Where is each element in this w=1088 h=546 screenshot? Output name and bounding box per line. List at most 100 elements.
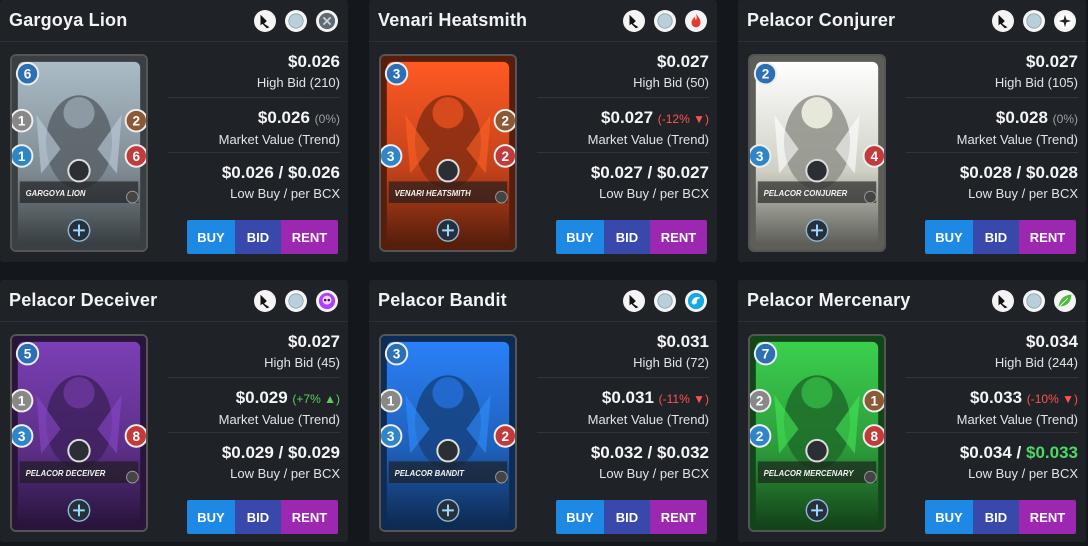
rent-button[interactable]: RENT xyxy=(650,500,707,534)
stat-armor-badge: 1 xyxy=(862,388,884,413)
per-bcx-price: $0.028 xyxy=(1026,163,1078,182)
card-header: Pelacor Mercenary xyxy=(738,280,1086,322)
death-icon xyxy=(316,289,338,312)
svg-text:8: 8 xyxy=(871,429,879,444)
svg-text:1: 1 xyxy=(18,394,26,409)
art-card-name: PELACOR DECEIVER xyxy=(26,469,106,478)
svg-text:6: 6 xyxy=(133,149,141,164)
neutral-icon xyxy=(654,289,676,312)
card-pricing: $0.026 High Bid (210) $0.026 (0%) Market… xyxy=(168,42,340,218)
stat-attack-badge: 2 xyxy=(750,388,772,413)
art-card-name: VENARI HEATSMITH xyxy=(395,189,472,198)
market-card[interactable]: Venari Heatsmith VENARI HEATSMITH 3 3 2 … xyxy=(369,0,717,262)
rent-button[interactable]: RENT xyxy=(1019,220,1076,254)
card-art[interactable]: PELACOR CONJURER 2 3 4 xyxy=(748,54,886,252)
life-icon xyxy=(1054,9,1076,32)
stat-mana-badge: 7 xyxy=(753,341,778,366)
high-bid-label: High Bid (105) xyxy=(994,75,1078,90)
svg-text:2: 2 xyxy=(756,394,764,409)
stat-mana-badge: 6 xyxy=(15,61,40,86)
stat-speed-badge: 3 xyxy=(381,424,403,448)
bid-button[interactable]: BID xyxy=(604,500,650,534)
card-art[interactable]: PELACOR BANDIT 3 1 3 2 xyxy=(379,334,517,532)
buy-button[interactable]: BUY xyxy=(187,220,235,254)
market-card[interactable]: Pelacor Bandit PELACOR BANDIT 3 1 3 2 $0… xyxy=(369,280,717,542)
market-value: $0.031 xyxy=(601,388,654,407)
market-card[interactable]: Pelacor Mercenary PELACOR MERCENARY 7 2 … xyxy=(738,280,1086,542)
card-title[interactable]: Pelacor Deceiver xyxy=(9,290,157,311)
stat-speed-badge: 3 xyxy=(381,144,403,168)
card-title[interactable]: Pelacor Bandit xyxy=(378,290,507,311)
stat-mana-badge: 2 xyxy=(753,61,778,86)
melee-icon xyxy=(254,9,276,32)
svg-text:3: 3 xyxy=(756,149,764,164)
bid-button[interactable]: BID xyxy=(235,500,281,534)
bid-button[interactable]: BID xyxy=(604,220,650,254)
low-buy-price: $0.032 xyxy=(590,443,643,462)
svg-text:2: 2 xyxy=(502,429,510,444)
market-card[interactable]: Pelacor Deceiver PELACOR DECEIVER 5 1 3 … xyxy=(0,280,348,542)
buy-button[interactable]: BUY xyxy=(925,500,973,534)
card-art[interactable]: VENARI HEATSMITH 3 3 2 2 xyxy=(379,54,517,252)
card-art[interactable]: PELACOR DECEIVER 5 1 3 8 xyxy=(10,334,148,532)
svg-text:5: 5 xyxy=(24,346,32,361)
card-pricing: $0.031 High Bid (72) $0.031 (-11% ▼) Mar… xyxy=(537,322,709,498)
stat-health-badge: 4 xyxy=(862,144,884,168)
card-pricing: $0.027 High Bid (105) $0.028 (0%) Market… xyxy=(906,42,1078,218)
action-buttons: BUY BID RENT xyxy=(556,500,707,534)
svg-text:3: 3 xyxy=(387,429,395,444)
buy-button[interactable]: BUY xyxy=(187,500,235,534)
rent-button[interactable]: RENT xyxy=(281,500,338,534)
svg-text:6: 6 xyxy=(24,66,32,81)
card-header: Venari Heatsmith xyxy=(369,0,717,42)
low-buy-price: $0.026 xyxy=(221,163,274,182)
market-value-label: Market Value (Trend) xyxy=(587,412,709,427)
rent-button[interactable]: RENT xyxy=(650,220,707,254)
market-value: $0.028 xyxy=(995,108,1048,127)
card-title[interactable]: Gargoya Lion xyxy=(9,10,127,31)
card-title[interactable]: Pelacor Mercenary xyxy=(747,290,911,311)
market-value-label: Market Value (Trend) xyxy=(218,132,340,147)
per-bcx-price: $0.026 xyxy=(288,163,340,182)
low-buy-price: $0.034 xyxy=(959,443,1012,462)
card-title[interactable]: Venari Heatsmith xyxy=(378,10,527,31)
bid-button[interactable]: BID xyxy=(235,220,281,254)
rent-button[interactable]: RENT xyxy=(281,220,338,254)
low-buy-label: Low Buy / per BCX xyxy=(599,466,709,481)
melee-icon xyxy=(992,289,1014,312)
stat-health-badge: 8 xyxy=(124,424,146,448)
buy-button[interactable]: BUY xyxy=(556,500,604,534)
svg-text:7: 7 xyxy=(762,346,770,361)
buy-button[interactable]: BUY xyxy=(556,220,604,254)
svg-text:2: 2 xyxy=(502,149,510,164)
svg-text:3: 3 xyxy=(393,346,401,361)
bid-button[interactable]: BID xyxy=(973,500,1019,534)
bid-button[interactable]: BID xyxy=(973,220,1019,254)
market-card[interactable]: Pelacor Conjurer PELACOR CONJURER 2 3 4 … xyxy=(738,0,1086,262)
card-title[interactable]: Pelacor Conjurer xyxy=(747,10,895,31)
svg-text:2: 2 xyxy=(756,429,764,444)
water-icon xyxy=(685,289,707,312)
rent-button[interactable]: RENT xyxy=(1019,500,1076,534)
per-bcx-price: $0.029 xyxy=(288,443,340,462)
high-bid-label: High Bid (50) xyxy=(633,75,709,90)
market-card[interactable]: Gargoya Lion GARGOYA LION 6 1 1 2 6 $0.0… xyxy=(0,0,348,262)
card-ability-icons xyxy=(254,289,338,312)
action-buttons: BUY BID RENT xyxy=(556,220,707,254)
melee-icon xyxy=(992,9,1014,32)
buy-button[interactable]: BUY xyxy=(925,220,973,254)
card-art[interactable]: GARGOYA LION 6 1 1 2 6 xyxy=(10,54,148,252)
low-buy-label: Low Buy / per BCX xyxy=(230,466,340,481)
card-art[interactable]: PELACOR MERCENARY 7 2 2 1 8 xyxy=(748,334,886,532)
stat-mana-badge: 3 xyxy=(384,61,409,86)
card-ability-icons xyxy=(623,9,707,32)
action-buttons: BUY BID RENT xyxy=(187,500,338,534)
card-header: Gargoya Lion xyxy=(0,0,348,42)
trend-indicator: (-11% ▼) xyxy=(658,392,709,406)
card-pricing: $0.034 High Bid (244) $0.033 (-10% ▼) Ma… xyxy=(906,322,1078,498)
card-ability-icons xyxy=(254,9,338,32)
current-price: $0.027 xyxy=(1026,52,1078,71)
svg-text:1: 1 xyxy=(18,149,26,164)
trend-indicator: (0%) xyxy=(1052,112,1078,126)
svg-text:1: 1 xyxy=(387,394,395,409)
